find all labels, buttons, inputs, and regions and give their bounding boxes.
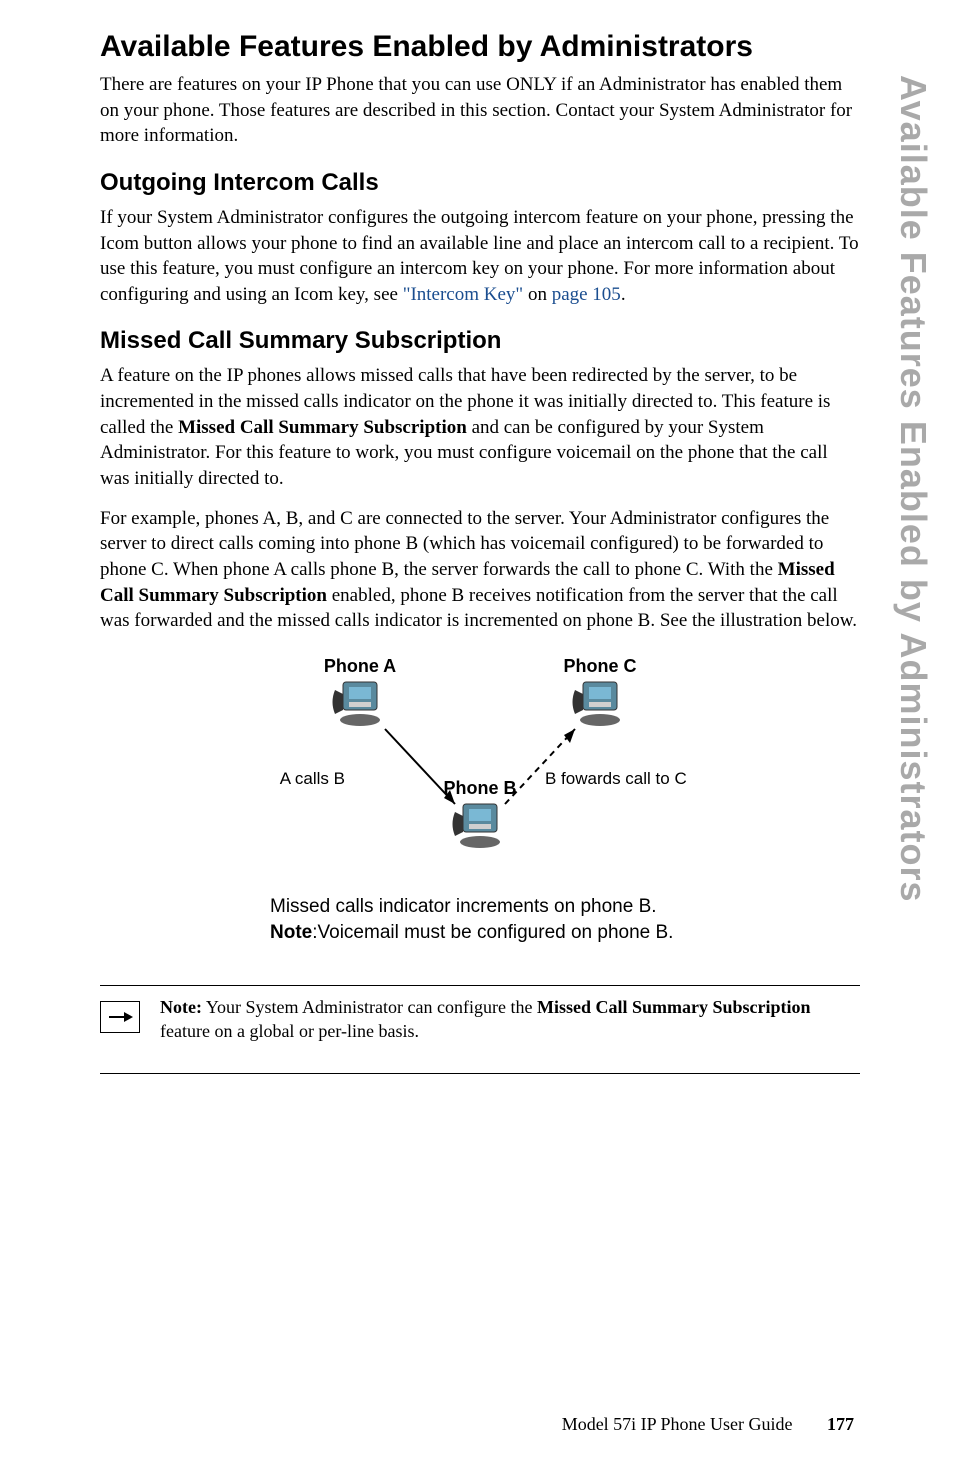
caption-line-2: Note:Voicemail must be configured on pho… <box>270 920 730 946</box>
main-heading: Available Features Enabled by Administra… <box>100 30 860 64</box>
diagram-caption: Missed calls indicator increments on pho… <box>270 894 730 945</box>
caption-text: :Voicemail must be configured on phone B… <box>312 922 673 943</box>
note-bold-term: Missed Call Summary Subscription <box>537 997 811 1017</box>
phone-a-label: Phone A <box>324 656 396 676</box>
guide-title: Model 57i IP Phone User Guide <box>562 1414 793 1434</box>
note-body: feature on a global or per-line basis. <box>160 1021 419 1041</box>
text-span: For example, phones A, B, and C are conn… <box>100 508 829 580</box>
text-span: on <box>523 284 552 305</box>
intercom-key-link[interactable]: "Intercom Key" <box>403 284 524 305</box>
note-arrow-icon <box>100 1001 140 1033</box>
b-forwards-label: B fowards call to C <box>545 769 687 788</box>
note-label: Note <box>270 922 312 943</box>
side-tab-title: Available Features Enabled by Administra… <box>892 75 934 903</box>
note-text: Note: Your System Administrator can conf… <box>160 996 860 1043</box>
call-forward-diagram: Phone A Phone C Phone B <box>230 654 730 884</box>
diagram-container: Phone A Phone C Phone B <box>230 654 730 945</box>
outgoing-intercom-heading: Outgoing Intercom Calls <box>100 169 860 197</box>
outgoing-intercom-paragraph: If your System Administrator configures … <box>100 205 860 308</box>
caption-line-1: Missed calls indicator increments on pho… <box>270 894 730 920</box>
missed-call-paragraph-1: A feature on the IP phones allows missed… <box>100 363 860 491</box>
phone-a-icon <box>333 682 381 726</box>
note-body: Your System Administrator can configure … <box>202 997 537 1017</box>
page-link[interactable]: page 105 <box>552 284 621 305</box>
a-calls-b-label: A calls B <box>280 769 345 788</box>
text-span: . <box>621 284 626 305</box>
bold-term: Missed Call Summary Subscription <box>178 417 467 438</box>
phone-b-label: Phone B <box>443 778 516 798</box>
note-section: Note: Your System Administrator can conf… <box>100 985 860 1074</box>
intro-paragraph: There are features on your IP Phone that… <box>100 72 860 149</box>
note-label: Note: <box>160 997 202 1017</box>
missed-call-heading: Missed Call Summary Subscription <box>100 327 860 355</box>
content-area: Available Features Enabled by Administra… <box>100 30 860 1074</box>
phone-b-icon <box>453 804 501 848</box>
missed-call-paragraph-2: For example, phones A, B, and C are conn… <box>100 506 860 634</box>
phone-c-icon <box>573 682 621 726</box>
phone-c-label: Phone C <box>563 656 636 676</box>
page-footer: Model 57i IP Phone User Guide 177 <box>562 1414 854 1435</box>
page-number: 177 <box>827 1414 854 1434</box>
arrow-b-to-c <box>505 729 575 804</box>
arrow-a-to-b <box>385 729 455 804</box>
